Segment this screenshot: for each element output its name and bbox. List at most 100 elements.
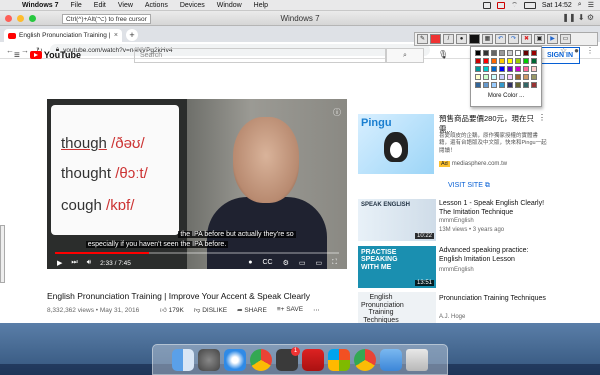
clock[interactable]: Sat 14:52 bbox=[542, 2, 572, 9]
color-swatch[interactable] bbox=[499, 66, 505, 72]
color-swatch[interactable] bbox=[507, 82, 513, 88]
menu-file[interactable]: File bbox=[65, 2, 88, 9]
safari-icon[interactable] bbox=[224, 348, 246, 371]
search-input[interactable]: Search bbox=[134, 48, 386, 63]
dislike-button[interactable]: 👎︎ DISLIKE bbox=[194, 306, 227, 314]
color-swatch[interactable] bbox=[523, 50, 529, 56]
color-swatch[interactable] bbox=[531, 82, 537, 88]
finder-icon[interactable] bbox=[172, 348, 194, 371]
video-player[interactable]: though /ðəʊ/ thought /θɔːt/ cough /kɒf/ … bbox=[47, 99, 347, 269]
color-swatch[interactable] bbox=[491, 58, 497, 64]
sign-in-button[interactable]: SIGN IN bbox=[540, 47, 581, 64]
visit-site-button[interactable]: VISIT SITE ⧉ bbox=[448, 182, 490, 190]
save-icon[interactable]: ▣ bbox=[534, 34, 545, 44]
related-thumbnail[interactable]: PRACTISE SPEAKING WITH ME 13:51 bbox=[358, 246, 436, 288]
trash-icon[interactable] bbox=[406, 348, 428, 371]
menu-edit[interactable]: Edit bbox=[88, 2, 112, 9]
related-title[interactable]: Advanced speaking practice: English Imit… bbox=[439, 246, 549, 264]
next-icon[interactable]: ⏭ bbox=[71, 259, 77, 267]
chrome-icon[interactable] bbox=[250, 348, 272, 371]
color-swatch[interactable] bbox=[483, 50, 489, 56]
redo-icon[interactable]: ↷ bbox=[508, 34, 519, 44]
status-icon[interactable] bbox=[497, 1, 506, 9]
speaker-icon[interactable]: 🔈︎ bbox=[526, 306, 530, 314]
autoplay-toggle-icon[interactable]: ● bbox=[248, 259, 252, 267]
tab-youtube[interactable]: English Pronunciation Training | × bbox=[4, 29, 122, 42]
chrome-icon[interactable] bbox=[354, 348, 376, 371]
color-swatch[interactable] bbox=[483, 66, 489, 72]
related-thumbnail[interactable]: SPEAK ENGLISH 10:22 bbox=[358, 199, 436, 241]
menu-devices[interactable]: Devices bbox=[174, 2, 211, 9]
color-swatch[interactable] bbox=[483, 58, 489, 64]
share-button[interactable]: ➦ SHARE bbox=[237, 306, 267, 314]
color-swatch[interactable] bbox=[523, 82, 529, 88]
color-swatch[interactable] bbox=[499, 50, 505, 56]
color-icon[interactable] bbox=[469, 34, 480, 44]
color-swatch[interactable] bbox=[523, 74, 529, 80]
color-swatch[interactable] bbox=[523, 58, 529, 64]
color-swatch[interactable] bbox=[523, 66, 529, 72]
menu-view[interactable]: View bbox=[112, 2, 139, 9]
windows-clock[interactable]: 2:52 PM 1/22/2022 bbox=[548, 296, 600, 322]
theater-icon[interactable]: ▭ bbox=[315, 259, 322, 267]
color-swatch[interactable] bbox=[531, 50, 537, 56]
ad-thumbnail[interactable]: Pingu bbox=[358, 114, 434, 174]
network-icon[interactable]: ▥ bbox=[513, 306, 520, 314]
color-swatch[interactable] bbox=[515, 82, 521, 88]
mic-icon[interactable]: 🎙︎ bbox=[438, 50, 448, 59]
related-thumbnail[interactable]: English Pronunciation Training Technique… bbox=[358, 292, 436, 323]
side-handle[interactable] bbox=[0, 225, 5, 283]
app-icon[interactable]: 1 bbox=[276, 346, 300, 371]
color-swatch[interactable] bbox=[515, 74, 521, 80]
save-button[interactable]: ≡+ SAVE bbox=[277, 306, 303, 314]
control-center-icon[interactable]: ☰ bbox=[588, 1, 594, 9]
search-button[interactable]: ⌕ bbox=[386, 48, 424, 63]
eraser-icon[interactable]: ▦ bbox=[482, 34, 493, 44]
ad-menu-icon[interactable]: ⋮ bbox=[538, 113, 546, 122]
color-swatch[interactable] bbox=[475, 50, 481, 56]
color-swatch[interactable] bbox=[507, 58, 513, 64]
color-swatch[interactable] bbox=[491, 50, 497, 56]
miniplayer-icon[interactable]: ▭ bbox=[299, 259, 306, 267]
color-swatch[interactable] bbox=[515, 66, 521, 72]
color-swatch[interactable] bbox=[491, 66, 497, 72]
brush-icon[interactable]: / bbox=[443, 34, 454, 44]
color-swatch[interactable] bbox=[475, 74, 481, 80]
status-icon[interactable] bbox=[483, 1, 492, 9]
like-button[interactable]: 👍︎ 179K bbox=[160, 306, 184, 314]
windows-icon[interactable] bbox=[328, 348, 350, 371]
youtube-logo[interactable]: YouTube bbox=[29, 50, 81, 60]
folder-icon[interactable] bbox=[380, 348, 402, 371]
color-swatch[interactable] bbox=[507, 74, 513, 80]
color-swatch[interactable] bbox=[483, 82, 489, 88]
menu-help[interactable]: Help bbox=[248, 2, 274, 9]
color-swatch[interactable] bbox=[507, 50, 513, 56]
menu-app-name[interactable]: Windows 7 bbox=[16, 2, 65, 9]
marker-icon[interactable] bbox=[430, 34, 441, 44]
color-swatch[interactable] bbox=[491, 74, 497, 80]
color-swatch[interactable] bbox=[491, 82, 497, 88]
wifi-icon[interactable]: ⌔ bbox=[511, 1, 518, 10]
ad-title[interactable]: 預售商品要價280元，現在只需... bbox=[439, 113, 539, 135]
color-swatch[interactable] bbox=[531, 74, 537, 80]
color-swatch[interactable] bbox=[475, 58, 481, 64]
battery-icon[interactable] bbox=[523, 1, 536, 9]
undo-icon[interactable]: ↶ bbox=[495, 34, 506, 44]
pen-icon[interactable]: ✎ bbox=[417, 34, 428, 44]
color-swatch[interactable] bbox=[531, 58, 537, 64]
spotlight-icon[interactable]: ⌕ bbox=[578, 1, 582, 9]
menu-actions[interactable]: Actions bbox=[139, 2, 174, 9]
more-actions-icon[interactable]: ⋯ bbox=[313, 306, 320, 314]
color-swatch[interactable] bbox=[475, 82, 481, 88]
color-swatch[interactable] bbox=[499, 74, 505, 80]
play-icon[interactable]: ▶ bbox=[57, 259, 62, 267]
dot-icon[interactable]: ● bbox=[456, 34, 467, 44]
captions-icon[interactable]: CC bbox=[262, 259, 272, 267]
vm-toolbar-icons[interactable]: ❚❚ ⬇ ⚙ bbox=[562, 13, 594, 22]
color-swatch[interactable] bbox=[507, 66, 513, 72]
info-icon[interactable]: ⓘ bbox=[333, 107, 341, 118]
close-tab-icon[interactable]: × bbox=[114, 32, 118, 39]
parallels-icon[interactable] bbox=[302, 348, 324, 371]
arrow-icon[interactable]: ▶ bbox=[547, 34, 558, 44]
window-icon[interactable]: ▭ bbox=[560, 34, 571, 44]
